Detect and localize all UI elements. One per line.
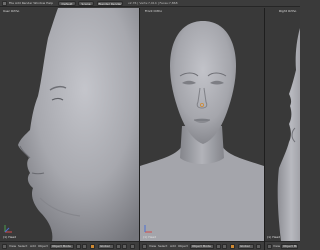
mode-selector[interactable]: Object Mode	[190, 244, 214, 249]
axis-gizmo	[144, 225, 152, 233]
viewport-header-mid: View Select Add Object Object Mode Globa…	[140, 241, 264, 250]
viewport-header-right: View Object Mode	[265, 241, 300, 250]
add-menu[interactable]: Add	[30, 244, 36, 249]
editor-type-icon[interactable]	[2, 244, 7, 249]
object-label: (1) Head	[267, 235, 281, 239]
snap-icon[interactable]	[130, 244, 135, 249]
head-side-render	[277, 28, 300, 241]
head-profile-render	[18, 8, 139, 241]
head-mesh	[18, 8, 139, 241]
render-engine-label: Blender Render	[98, 2, 122, 6]
top-header: File Add Render Window Help Default Scen…	[0, 0, 300, 7]
manipulator-icon[interactable]	[90, 244, 95, 249]
viewport-label: User Ortho	[3, 9, 20, 13]
object-label: (1) Head	[143, 235, 157, 239]
layers-icon[interactable]	[116, 244, 121, 249]
editor-type-icon[interactable]	[142, 244, 147, 249]
viewport-label: Front Ortho	[145, 9, 163, 13]
pivot-icon[interactable]	[222, 244, 227, 249]
mode-selector[interactable]: Object Mode	[281, 244, 298, 249]
render-engine-selector[interactable]: Blender Render	[97, 1, 123, 6]
scene-selector[interactable]: Scene	[78, 1, 94, 6]
select-menu[interactable]: Select	[158, 244, 167, 249]
orientation-selector[interactable]: Global	[238, 244, 254, 249]
object-menu[interactable]: Object	[178, 244, 188, 249]
layers-icon[interactable]	[122, 244, 127, 249]
layout-name: Default	[61, 2, 73, 6]
object-menu[interactable]: Object	[38, 244, 48, 249]
viewport-label: Right Ortho	[279, 9, 297, 13]
view-menu[interactable]: View	[273, 244, 280, 249]
layout-selector[interactable]: Default	[58, 1, 76, 6]
viewport-right[interactable]: Right Ortho (1) Head	[265, 8, 300, 241]
axis-gizmo	[4, 225, 12, 233]
head-front-render	[140, 21, 264, 241]
main-menu[interactable]: File Add Render Window Help	[9, 1, 53, 6]
scene-info: v2.76 | Verts:7,914 | Faces:7,868	[128, 1, 178, 5]
head-mesh	[277, 28, 300, 241]
viewport-user[interactable]: User Ortho (1) Head	[0, 8, 139, 241]
object-label: (1) Head	[3, 235, 17, 239]
manipulator-icon[interactable]	[230, 244, 235, 249]
pivot-icon[interactable]	[82, 244, 87, 249]
select-menu[interactable]: Select	[18, 244, 27, 249]
view-menu[interactable]: View	[149, 244, 156, 249]
viewport-shading-icon[interactable]	[76, 244, 81, 249]
add-menu[interactable]: Add	[170, 244, 176, 249]
viewport-header-left: View Select Add Object Object Mode Globa…	[0, 241, 139, 250]
scene-name: Scene	[81, 2, 91, 6]
orientation-selector[interactable]: Global	[98, 244, 114, 249]
head-mesh	[170, 21, 236, 144]
editor-type-icon[interactable]	[267, 244, 272, 249]
viewport-shading-icon[interactable]	[216, 244, 221, 249]
view-menu[interactable]: View	[9, 244, 16, 249]
mode-selector[interactable]: Object Mode	[50, 244, 74, 249]
viewport-front[interactable]: Front Ortho (1) Head	[140, 8, 264, 241]
layers-icon[interactable]	[256, 244, 261, 249]
editor-type-icon[interactable]	[2, 1, 7, 6]
